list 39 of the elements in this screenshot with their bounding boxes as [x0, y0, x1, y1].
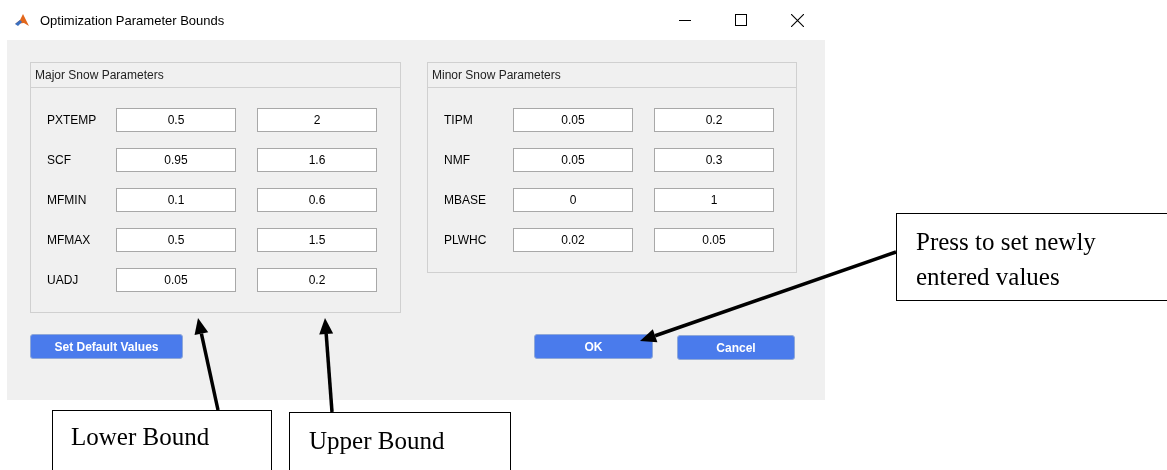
close-icon[interactable]	[790, 13, 804, 27]
lower-bound-field[interactable]: 0	[513, 188, 633, 212]
lower-bound-field[interactable]: 0.1	[116, 188, 236, 212]
parameter-label: UADJ	[46, 273, 80, 287]
upper-bound-field[interactable]: 0.3	[654, 148, 774, 172]
upper-bound-field[interactable]: 1.6	[257, 148, 377, 172]
ok-button[interactable]: OK	[534, 334, 653, 359]
upper-bound-field[interactable]: 1.5	[257, 228, 377, 252]
upper-bound-field[interactable]: 0.2	[654, 108, 774, 132]
callout-text: Upper Bound	[308, 426, 446, 455]
panel-title: Major Snow Parameters	[35, 68, 164, 82]
set-default-button[interactable]: Set Default Values	[30, 334, 183, 359]
lower-bound-field[interactable]: 0.05	[116, 268, 236, 292]
parameter-label: TIPM	[443, 113, 474, 127]
lower-bound-field[interactable]: 0.5	[116, 108, 236, 132]
upper-bound-field[interactable]: 2	[257, 108, 377, 132]
upper-bound-field[interactable]: 1	[654, 188, 774, 212]
parameter-label: MFMIN	[46, 193, 88, 207]
maximize-icon[interactable]	[735, 14, 747, 26]
lower-bound-field[interactable]: 0.02	[513, 228, 633, 252]
callout-text: Press to set newly entered values	[915, 227, 1097, 292]
upper-bound-field[interactable]: 0.2	[257, 268, 377, 292]
lower-bound-field[interactable]: 0.5	[116, 228, 236, 252]
panel-title: Minor Snow Parameters	[432, 68, 561, 82]
lower-bound-field[interactable]: 0.05	[513, 108, 633, 132]
cancel-button[interactable]: Cancel	[677, 335, 795, 360]
lower-bound-field[interactable]: 0.05	[513, 148, 633, 172]
parameter-label: NMF	[443, 153, 471, 167]
lower-bound-field[interactable]: 0.95	[116, 148, 236, 172]
callout-text: Lower Bound	[70, 422, 211, 451]
upper-bound-field[interactable]: 0.6	[257, 188, 377, 212]
window-title: Optimization Parameter Bounds	[40, 12, 225, 28]
peak-icon	[14, 12, 30, 28]
parameter-label: PXTEMP	[46, 113, 98, 127]
parameter-label: SCF	[46, 153, 72, 167]
parameter-label: PLWHC	[443, 233, 488, 247]
parameter-label: MBASE	[443, 193, 487, 207]
upper-bound-field[interactable]: 0.05	[654, 228, 774, 252]
parameter-label: MFMAX	[46, 233, 92, 247]
